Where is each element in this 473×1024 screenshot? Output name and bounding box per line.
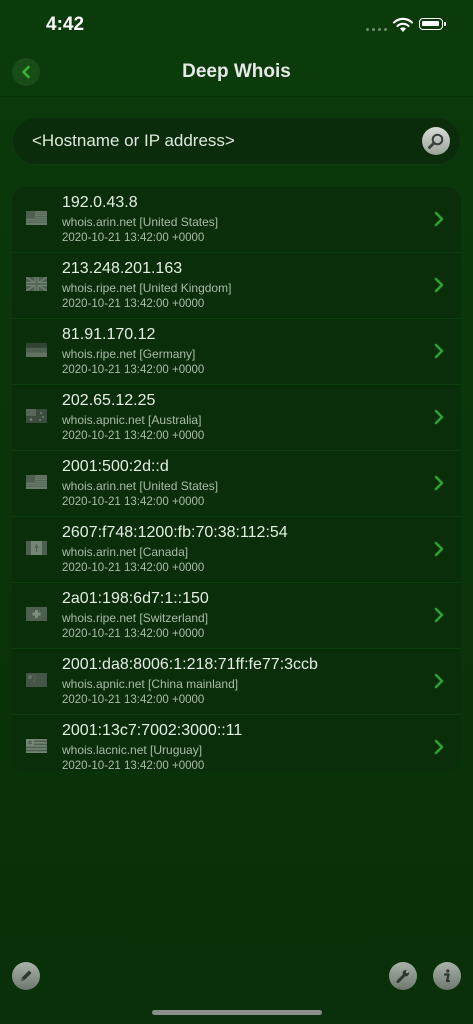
ip-address: 192.0.43.8: [62, 194, 138, 211]
ip-address: 2607:f748:1200:fb:70:38:112:54: [62, 524, 288, 541]
chevron-right-icon: [434, 607, 444, 623]
timestamp: 2020-10-21 13:42:00 +0000: [62, 364, 205, 376]
timestamp: 2020-10-21 13:42:00 +0000: [62, 232, 205, 244]
battery-icon: [419, 18, 446, 30]
whois-server: whois.arin.net [United States]: [62, 215, 219, 229]
list-item[interactable]: 2607:f748:1200:fb:70:38:112:54 whois.ari…: [12, 517, 461, 583]
ip-address: 2001:13c7:7002:3000::11: [62, 722, 243, 739]
timestamp: 2020-10-21 13:42:00 +0000: [62, 430, 205, 442]
cn-flag-icon: [26, 673, 47, 687]
list-item[interactable]: 2a01:198:6d7:1::150 whois.ripe.net [Swit…: [12, 583, 461, 649]
tools-button[interactable]: [389, 962, 417, 990]
edit-button[interactable]: [12, 962, 40, 990]
ip-address: 81.91.170.12: [62, 326, 156, 343]
chevron-right-icon: [434, 541, 444, 557]
whois-server: whois.arin.net [United States]: [62, 479, 219, 493]
magnifier-icon: [428, 133, 444, 149]
gb-flag-icon: [26, 277, 47, 291]
status-time: 4:42: [46, 14, 85, 35]
list-item[interactable]: 2001:500:2d::d whois.arin.net [United St…: [12, 451, 461, 517]
uy-flag-icon: [26, 739, 47, 753]
whois-results-list: 192.0.43.8 whois.arin.net [United States…: [12, 187, 461, 771]
list-item[interactable]: 213.248.201.163 whois.ripe.net [United K…: [12, 253, 461, 319]
timestamp: 2020-10-21 13:42:00 +0000: [62, 496, 205, 508]
chevron-right-icon: [434, 475, 444, 491]
chevron-right-icon: [434, 343, 444, 359]
ip-address: 202.65.12.25: [62, 392, 156, 409]
list-item[interactable]: 192.0.43.8 whois.arin.net [United States…: [12, 187, 461, 253]
cellular-signal-icon: [366, 28, 387, 31]
au-flag-icon: [26, 409, 47, 423]
home-indicator: [152, 1010, 322, 1015]
ip-address: 2001:da8:8006:1:218:71ff:fe77:3ccb: [62, 656, 318, 673]
us-flag-icon: [26, 211, 47, 225]
wrench-icon: [396, 970, 409, 983]
timestamp: 2020-10-21 13:42:00 +0000: [62, 760, 205, 771]
list-item[interactable]: 2001:da8:8006:1:218:71ff:fe77:3ccb whois…: [12, 649, 461, 715]
search-button[interactable]: [422, 127, 450, 155]
pencil-icon: [21, 970, 32, 981]
list-item[interactable]: 2001:13c7:7002:3000::11 whois.lacnic.net…: [12, 715, 461, 771]
chevron-right-icon: [434, 277, 444, 293]
us-flag-icon: [26, 475, 47, 489]
whois-server: whois.apnic.net [China mainland]: [62, 677, 239, 691]
whois-server: whois.ripe.net [United Kingdom]: [62, 281, 232, 295]
list-item[interactable]: 81.91.170.12 whois.ripe.net [Germany] 20…: [12, 319, 461, 385]
chevron-right-icon: [434, 673, 444, 689]
whois-server: whois.lacnic.net [Uruguay]: [62, 743, 203, 757]
whois-server: whois.ripe.net [Switzerland]: [62, 611, 209, 625]
navigation-bar: Deep Whois: [0, 50, 473, 97]
search-bar: [12, 117, 461, 165]
wifi-icon: [392, 17, 414, 32]
status-bar: 4:42: [0, 0, 473, 50]
timestamp: 2020-10-21 13:42:00 +0000: [62, 562, 205, 574]
whois-server: whois.apnic.net [Australia]: [62, 413, 202, 427]
ch-flag-icon: [26, 607, 47, 621]
search-input[interactable]: [32, 130, 412, 152]
whois-server: whois.arin.net [Canada]: [62, 545, 189, 559]
chevron-right-icon: [434, 211, 444, 227]
info-icon: [443, 969, 451, 983]
page-title: Deep Whois: [182, 61, 291, 82]
chevron-right-icon: [434, 409, 444, 425]
ip-address: 2001:500:2d::d: [62, 458, 169, 475]
timestamp: 2020-10-21 13:42:00 +0000: [62, 298, 205, 310]
info-button[interactable]: [433, 962, 461, 990]
ca-flag-icon: [26, 541, 47, 555]
timestamp: 2020-10-21 13:42:00 +0000: [62, 694, 205, 706]
ip-address: 213.248.201.163: [62, 260, 183, 277]
chevron-right-icon: [434, 739, 444, 755]
de-flag-icon: [26, 343, 47, 357]
whois-server: whois.ripe.net [Germany]: [62, 347, 196, 361]
timestamp: 2020-10-21 13:42:00 +0000: [62, 628, 205, 640]
ip-address: 2a01:198:6d7:1::150: [62, 590, 209, 607]
list-item[interactable]: 202.65.12.25 whois.apnic.net [Australia]…: [12, 385, 461, 451]
